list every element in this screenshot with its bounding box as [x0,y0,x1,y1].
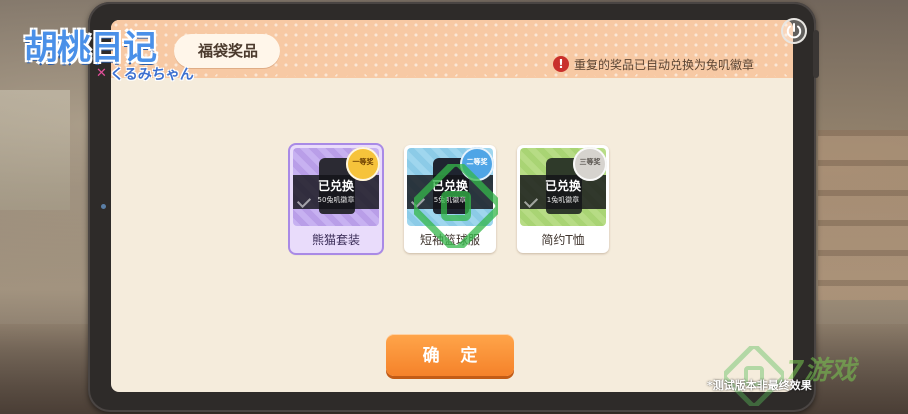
prize-card-third[interactable]: 已兑换 1兔叽徽章 三等奖 简约T恤 [517,145,609,253]
watermark-logo-icon [414,164,498,248]
warning-icon: ! [553,56,569,72]
power-icon [786,23,802,39]
game-logo: 胡桃日记 ✕ くるみちゃん [24,20,214,92]
background-window [0,90,70,210]
rank-badge: 一等奖 [346,147,380,181]
prize-name: 熊猫套装 [311,233,360,247]
test-version-note: *测试版本非最终效果 [707,379,812,392]
logo-title: 胡桃日记 [24,28,157,68]
background-shelf [818,130,908,300]
prize-name: 简约T恤 [541,233,585,247]
logo-subtitle: くるみちゃん [110,67,194,83]
notice-text: 重复的奖品已自动兑换为兔叽徽章 [574,57,755,72]
prize-card-first[interactable]: 已兑换 50兔叽徽章 一等奖 熊猫套装 [290,145,382,253]
confirm-button[interactable]: 确 定 [386,334,514,376]
tablet-side-button [813,30,819,78]
rank-badge: 三等奖 [573,147,607,181]
logo-cross: ✕ [96,66,107,81]
power-button[interactable] [781,18,807,44]
corner-watermark-icon [724,346,784,406]
tablet-camera [101,204,106,209]
duplicate-notice: ! 重复的奖品已自动兑换为兔叽徽章 [553,54,754,74]
